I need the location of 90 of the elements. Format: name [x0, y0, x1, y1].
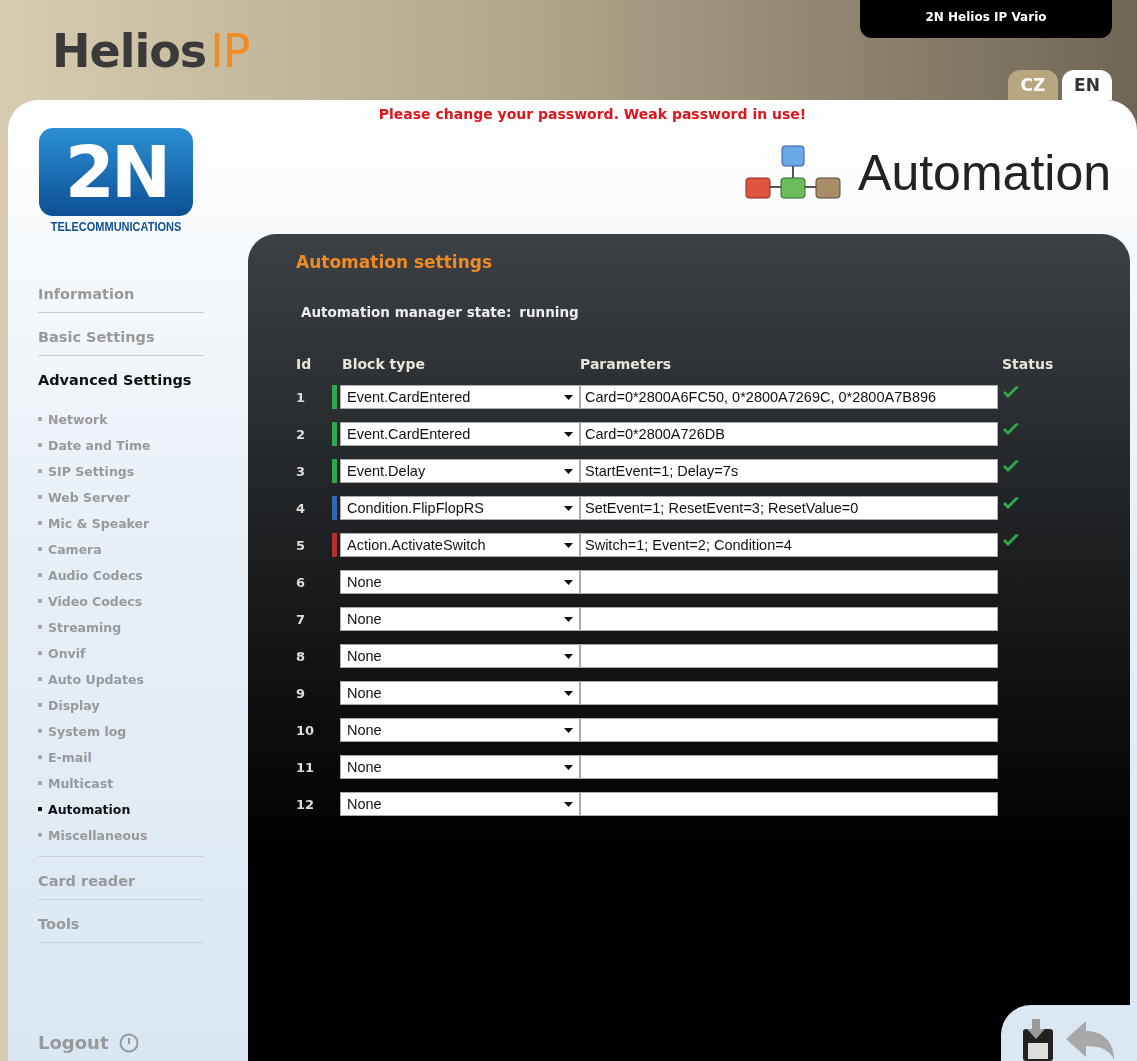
block-type-dropdown[interactable]: Event.CardEntered [340, 422, 580, 446]
block-type-dropdown[interactable]: Event.Delay [340, 459, 580, 483]
nav-subitem[interactable]: Onvif [38, 640, 228, 666]
power-icon[interactable] [118, 1032, 139, 1053]
row-id: 2 [296, 426, 307, 442]
language-tab[interactable]: EN [1062, 70, 1112, 100]
nav-subitem[interactable]: Display [38, 692, 228, 718]
parameters-field[interactable]: Switch=1; Event=2; Condition=4 [580, 533, 998, 557]
state-value: running [519, 304, 579, 320]
block-type-dropdown[interactable]: None [340, 718, 580, 742]
row-id: 7 [296, 611, 307, 627]
helios-ip-logo: HeliosIP [52, 23, 250, 80]
nav-subitem[interactable]: Audio Codecs [38, 562, 228, 588]
back-arrow-icon[interactable] [1064, 1019, 1116, 1061]
caret-icon [564, 579, 573, 585]
parameters-field[interactable] [580, 681, 998, 705]
block-type-dropdown[interactable]: None [340, 792, 580, 816]
nav-item[interactable]: Card reader [38, 871, 228, 899]
parameters-field[interactable] [580, 607, 998, 631]
nav-subitem[interactable]: SIP Settings [38, 458, 228, 484]
caret-icon [564, 727, 573, 733]
parameters-field[interactable] [580, 644, 998, 668]
parameters-field[interactable] [580, 792, 998, 816]
column-header: Status [1002, 356, 1055, 372]
parameters-field[interactable]: Card=0*2800A6FC50, 0*2800A7269C, 0*2800A7B896 [580, 385, 998, 409]
parameters-field[interactable] [580, 718, 998, 742]
nav-item[interactable]: Information [38, 284, 228, 312]
nav-item[interactable]: Tools [38, 914, 228, 942]
row-id: 9 [296, 685, 307, 701]
password-warning: Please change your password. Weak password in use! [377, 105, 808, 122]
panel-title: Automation settings [296, 252, 494, 272]
parameters-field[interactable]: StartEvent=1; Delay=7s [580, 459, 998, 483]
block-type-dropdown[interactable]: Condition.FlipFlopRS [340, 496, 580, 520]
blocks-icon [744, 145, 843, 201]
parameters-field[interactable] [580, 755, 998, 779]
block-type-dropdown[interactable]: None [340, 755, 580, 779]
nav-item[interactable]: Advanced Settings [38, 370, 228, 398]
parameters-field[interactable]: SetEvent=1; ResetEvent=3; ResetValue=0 [580, 496, 998, 520]
save-icon[interactable] [1022, 1017, 1054, 1061]
block-type-dropdown[interactable]: Action.ActivateSwitch [340, 533, 580, 557]
row-id: 12 [296, 796, 316, 812]
brand-logo: 2N [39, 128, 193, 216]
caret-icon [564, 690, 573, 696]
row-id: 11 [296, 759, 316, 775]
caret-icon [564, 468, 573, 474]
nav-subitem[interactable]: Web Server [38, 484, 228, 510]
nav-subitem[interactable]: Streaming [38, 614, 228, 640]
caret-icon [564, 394, 573, 400]
state-label: Automation manager state: [301, 304, 512, 320]
parameters-field[interactable]: Card=0*2800A726DB [580, 422, 998, 446]
brand-tagline: TELECOMMUNICATIONS [50, 218, 182, 234]
nav-subitem[interactable]: E-mail [38, 744, 228, 770]
row-id: 3 [296, 463, 307, 479]
nav-subitem[interactable]: Mic & Speaker [38, 510, 228, 536]
row-id: 6 [296, 574, 307, 590]
caret-icon [564, 653, 573, 659]
caret-icon [564, 431, 573, 437]
caret-icon [564, 616, 573, 622]
block-type-dropdown[interactable]: None [340, 607, 580, 631]
row-id: 10 [296, 722, 316, 738]
logout-link[interactable]: Logout [38, 1032, 109, 1053]
parameters-field[interactable] [580, 570, 998, 594]
nav-subitem[interactable]: Date and Time [38, 432, 228, 458]
nav-subitem[interactable]: Video Codecs [38, 588, 228, 614]
block-type-dropdown[interactable]: None [340, 644, 580, 668]
caret-icon [564, 801, 573, 807]
device-name: 2N Helios IP Vario [860, 0, 1112, 38]
block-type-dropdown[interactable]: None [340, 570, 580, 594]
column-header: Block type [341, 356, 426, 372]
nav-subitem[interactable]: Automation [38, 796, 228, 822]
nav-subitem[interactable]: Auto Updates [38, 666, 228, 692]
row-id: 1 [296, 389, 307, 405]
block-type-dropdown[interactable]: None [340, 681, 580, 705]
language-tab[interactable]: CZ [1008, 70, 1058, 100]
row-id: 4 [296, 500, 307, 516]
row-id: 5 [296, 537, 307, 553]
caret-icon [564, 542, 573, 548]
nav-subitem[interactable]: Camera [38, 536, 228, 562]
nav-subitem[interactable]: Network [38, 406, 228, 432]
caret-icon [564, 764, 573, 770]
nav-subitem[interactable]: System log [38, 718, 228, 744]
nav-subitem[interactable]: Miscellaneous [38, 822, 228, 848]
nav-subitem[interactable]: Multicast [38, 770, 228, 796]
column-header: Id [296, 356, 313, 372]
caret-icon [564, 505, 573, 511]
row-id: 8 [296, 648, 307, 664]
nav-item[interactable]: Basic Settings [38, 327, 228, 355]
page-title: Automation [858, 144, 1111, 202]
block-type-dropdown[interactable]: Event.CardEntered [340, 385, 580, 409]
column-header: Parameters [580, 356, 673, 372]
